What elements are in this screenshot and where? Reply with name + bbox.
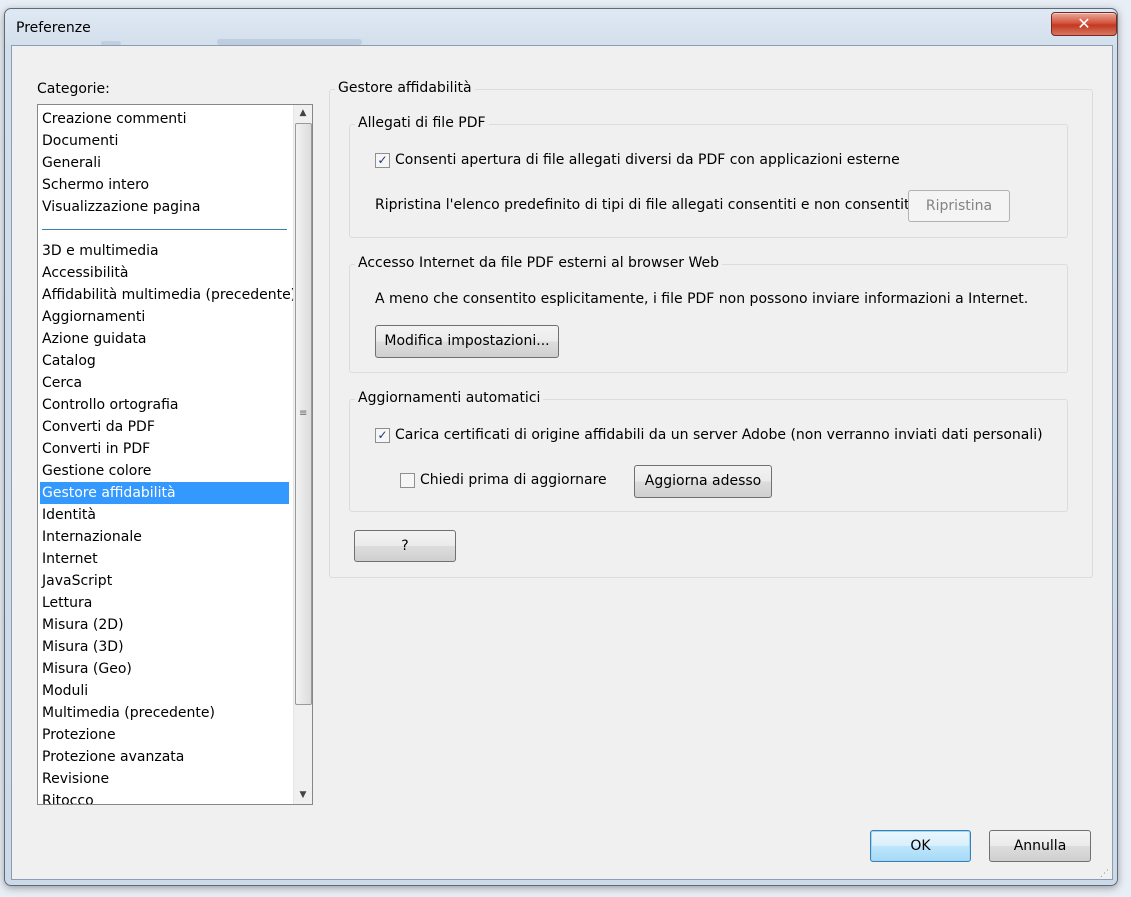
list-item[interactable]: Visualizzazione pagina [38, 196, 293, 218]
list-item[interactable]: Aggiornamenti [38, 306, 293, 328]
restore-button[interactable]: Ripristina [908, 190, 1010, 222]
list-item[interactable]: Converti da PDF [38, 416, 293, 438]
list-item[interactable]: Ritocco [38, 790, 293, 804]
allow-attachments-label[interactable]: Consenti apertura di file allegati diver… [395, 152, 900, 168]
list-item[interactable]: Schermo intero [38, 174, 293, 196]
list-item[interactable]: Identità [38, 504, 293, 526]
list-item[interactable]: Affidabilità multimedia (precedente) [38, 284, 296, 306]
resize-grip-icon[interactable]: ⋰ [1100, 870, 1109, 879]
attachments-title: Allegati di file PDF [355, 115, 489, 131]
categories-scrollbar[interactable]: ▲ ≡ ▼ [293, 105, 312, 804]
ask-before-update-label[interactable]: Chiedi prima di aggiornare [420, 472, 607, 488]
list-item[interactable]: Converti in PDF [38, 438, 293, 460]
window-title: Preferenze [16, 20, 91, 36]
list-item[interactable]: Misura (3D) [38, 636, 293, 658]
cancel-button[interactable]: Annulla [989, 830, 1091, 862]
list-item[interactable]: Misura (2D) [38, 614, 293, 636]
load-certificates-checkbox[interactable]: ✓ [375, 428, 390, 443]
scroll-down-arrow-icon[interactable]: ▼ [294, 787, 312, 804]
scrollbar-thumb[interactable]: ≡ [295, 123, 312, 705]
list-item[interactable]: Documenti [38, 130, 293, 152]
panel-title: Gestore affidabilità [335, 80, 475, 96]
list-item[interactable]: JavaScript [38, 570, 293, 592]
auto-updates-title: Aggiornamenti automatici [355, 390, 544, 406]
allow-attachments-checkbox[interactable]: ✓ [375, 153, 390, 168]
update-now-button[interactable]: Aggiorna adesso [634, 465, 772, 498]
ask-before-update-checkbox[interactable] [400, 473, 415, 488]
categories-label: Categorie: [37, 81, 110, 97]
list-item[interactable]: Lettura [38, 592, 293, 614]
list-item[interactable]: Multimedia (precedente) [38, 702, 293, 724]
list-item[interactable]: 3D e multimedia [38, 240, 293, 262]
list-item[interactable]: Generali [38, 152, 293, 174]
list-item[interactable]: Protezione [38, 724, 293, 746]
restore-description: Ripristina l'elenco predefinito di tipi … [375, 197, 919, 213]
internet-access-title: Accesso Internet da file PDF esterni al … [355, 255, 723, 271]
list-item[interactable]: Accessibilità [38, 262, 293, 284]
close-button[interactable]: ✕ [1051, 12, 1117, 36]
list-item[interactable]: Cerca [38, 372, 293, 394]
list-item[interactable]: Revisione [38, 768, 293, 790]
list-item[interactable]: Creazione commenti [38, 108, 293, 130]
scrollbar-grip-icon: ≡ [299, 408, 308, 419]
list-item[interactable]: Internet [38, 548, 293, 570]
ok-button[interactable]: OK [870, 830, 971, 862]
categories-list: Creazione commenti Documenti Generali Scher… [38, 108, 296, 804]
list-item[interactable]: Controllo ortografia [38, 394, 293, 416]
scroll-up-arrow-icon[interactable]: ▲ [294, 105, 312, 122]
change-settings-button[interactable]: Modifica impostazioni... [375, 325, 559, 358]
list-item[interactable]: Moduli [38, 680, 293, 702]
categories-listbox[interactable]: Creazione commenti Documenti Generali Scher… [37, 104, 313, 805]
internet-info-text: A meno che consentito esplicitamente, i … [375, 291, 1029, 307]
list-item[interactable]: Internazionale [38, 526, 293, 548]
list-item[interactable]: Azione guidata [38, 328, 293, 350]
list-separator [38, 218, 293, 240]
dialog-client-area: Categorie: Creazione commenti Documenti Ge… [11, 45, 1113, 880]
list-item[interactable]: Misura (Geo) [38, 658, 293, 680]
list-item[interactable]: Gestione colore [38, 460, 293, 482]
preferences-window: Preferenze ✕ Categorie: Creazione commen… [4, 8, 1118, 886]
load-certificates-label[interactable]: Carica certificati di origine affidabili… [395, 427, 1043, 443]
help-button[interactable]: ? [354, 530, 456, 562]
list-item[interactable]: Protezione avanzata [38, 746, 293, 768]
list-item[interactable]: Gestore affidabilità [40, 482, 289, 504]
list-item[interactable]: Catalog [38, 350, 293, 372]
